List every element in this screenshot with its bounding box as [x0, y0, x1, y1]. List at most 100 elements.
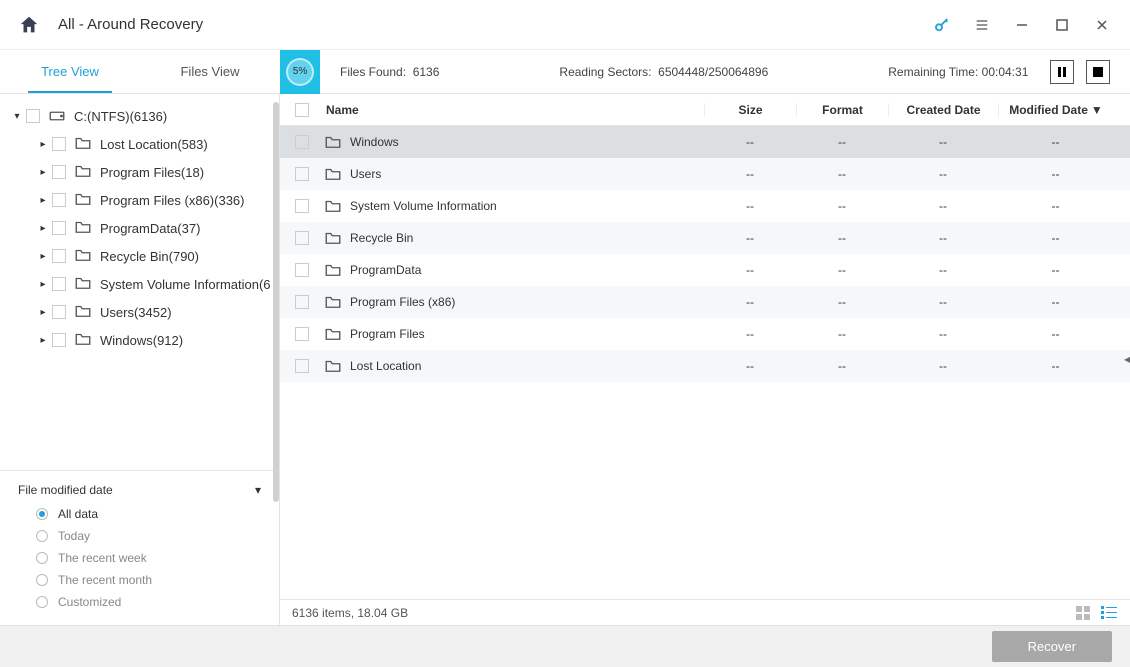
chevron-right-icon[interactable]: ▸ — [36, 305, 50, 319]
collapse-handle[interactable]: ◀ — [1124, 344, 1130, 374]
row-checkbox[interactable] — [295, 231, 309, 245]
chevron-right-icon[interactable]: ▸ — [36, 249, 50, 263]
radio-icon — [36, 596, 48, 608]
tree-root[interactable]: ▾ C:(NTFS)(6136) — [0, 102, 279, 130]
table-row[interactable]: Windows-------- — [280, 126, 1130, 158]
row-checkbox[interactable] — [295, 167, 309, 181]
tree-label: Recycle Bin(790) — [100, 249, 199, 264]
file-list: Name Size Format Created Date Modified D… — [280, 94, 1130, 625]
close-button[interactable] — [1092, 15, 1112, 35]
tree-item[interactable]: ▸ Windows(912) — [0, 326, 279, 354]
row-checkbox[interactable] — [295, 135, 309, 149]
tree-checkbox[interactable] — [52, 193, 66, 207]
tree-label: Program Files (x86)(336) — [100, 193, 245, 208]
chevron-down-icon: ▾ — [255, 483, 261, 497]
column-name[interactable]: Name — [324, 103, 704, 117]
table-row[interactable]: ProgramData-------- — [280, 254, 1130, 286]
select-all-checkbox[interactable] — [295, 103, 309, 117]
folder-icon — [324, 294, 342, 310]
tree-label: Windows(912) — [100, 333, 183, 348]
folder-icon — [324, 230, 342, 246]
folder-tree: ▾ C:(NTFS)(6136) ▸Lost Location(583)▸Pro… — [0, 94, 279, 470]
remaining-time: Remaining Time: 00:04:31 — [888, 65, 1028, 79]
radio-icon — [36, 574, 48, 586]
drive-icon — [48, 107, 66, 125]
row-checkbox[interactable] — [295, 359, 309, 373]
folder-icon — [74, 275, 92, 293]
column-created[interactable]: Created Date — [888, 103, 998, 117]
column-modified[interactable]: Modified Date ▼ — [998, 103, 1113, 117]
column-format[interactable]: Format — [796, 103, 888, 117]
tree-item[interactable]: ▸ Program Files (x86)(336) — [0, 186, 279, 214]
folder-icon — [74, 247, 92, 265]
tree-item[interactable]: ▸ ProgramData(37) — [0, 214, 279, 242]
tree-checkbox[interactable] — [52, 137, 66, 151]
radio-icon — [36, 530, 48, 542]
tree-item[interactable]: ▸Program Files(18) — [0, 158, 279, 186]
tab-tree-view[interactable]: Tree View — [0, 50, 140, 93]
titlebar: All - Around Recovery — [0, 0, 1130, 50]
status-bar: 6136 items, 18.04 GB — [280, 599, 1130, 625]
column-size[interactable]: Size — [704, 103, 796, 117]
filter-dropdown[interactable]: File modified date ▾ — [18, 483, 261, 497]
row-checkbox[interactable] — [295, 199, 309, 213]
chevron-right-icon[interactable]: ▸ — [36, 221, 50, 235]
scan-progress: 5% — [280, 50, 320, 94]
chevron-right-icon[interactable]: ▸ — [36, 193, 50, 207]
tree-checkbox[interactable] — [52, 165, 66, 179]
table-row[interactable]: System Volume Information-------- — [280, 190, 1130, 222]
folder-icon — [74, 163, 92, 181]
chevron-right-icon[interactable]: ▸ — [36, 333, 50, 347]
filter-option[interactable]: All data — [36, 507, 261, 521]
tree-checkbox[interactable] — [26, 109, 40, 123]
row-checkbox[interactable] — [295, 295, 309, 309]
table-row[interactable]: Program Files (x86)-------- — [280, 286, 1130, 318]
filter-option[interactable]: The recent month — [36, 573, 261, 587]
tree-checkbox[interactable] — [52, 305, 66, 319]
chevron-right-icon[interactable]: ▸ — [36, 277, 50, 291]
grid-view-button[interactable] — [1074, 604, 1092, 622]
recover-button[interactable]: Recover — [992, 631, 1112, 662]
table-row[interactable]: Program Files-------- — [280, 318, 1130, 350]
tree-checkbox[interactable] — [52, 277, 66, 291]
home-icon[interactable] — [18, 14, 40, 36]
list-view-button[interactable] — [1100, 604, 1118, 622]
folder-icon — [74, 135, 92, 153]
chevron-right-icon[interactable]: ▸ — [36, 137, 50, 151]
stop-scan-button[interactable] — [1086, 60, 1110, 84]
folder-icon — [74, 331, 92, 349]
table-row[interactable]: Lost Location-------- — [280, 350, 1130, 382]
row-checkbox[interactable] — [295, 327, 309, 341]
radio-icon — [36, 552, 48, 564]
minimize-button[interactable] — [1012, 15, 1032, 35]
tree-checkbox[interactable] — [52, 333, 66, 347]
tree-item[interactable]: ▸Lost Location(583) — [0, 130, 279, 158]
folder-icon — [324, 166, 342, 182]
tree-item[interactable]: ▸ Recycle Bin(790) — [0, 242, 279, 270]
tree-checkbox[interactable] — [52, 221, 66, 235]
status-text: 6136 items, 18.04 GB — [292, 606, 408, 620]
maximize-button[interactable] — [1052, 15, 1072, 35]
filter-option[interactable]: The recent week — [36, 551, 261, 565]
row-checkbox[interactable] — [295, 263, 309, 277]
app-title: All - Around Recovery — [58, 16, 932, 33]
folder-icon — [74, 219, 92, 237]
tree-item[interactable]: ▸ System Volume Information(6 — [0, 270, 279, 298]
tree-item[interactable]: ▸Users(3452) — [0, 298, 279, 326]
filter-option[interactable]: Customized — [36, 595, 261, 609]
tree-label: ProgramData(37) — [100, 221, 200, 236]
footer: Recover — [0, 625, 1130, 667]
folder-icon — [324, 134, 342, 150]
tab-files-view[interactable]: Files View — [140, 50, 280, 93]
table-row[interactable]: Users-------- — [280, 158, 1130, 190]
filter-option[interactable]: Today — [36, 529, 261, 543]
key-icon[interactable] — [932, 15, 952, 35]
chevron-right-icon[interactable]: ▸ — [36, 165, 50, 179]
table-row[interactable]: Recycle Bin-------- — [280, 222, 1130, 254]
chevron-down-icon[interactable]: ▾ — [10, 109, 24, 123]
tree-label: System Volume Information(6 — [100, 277, 271, 292]
menu-icon[interactable] — [972, 15, 992, 35]
tree-checkbox[interactable] — [52, 249, 66, 263]
pause-scan-button[interactable] — [1050, 60, 1074, 84]
tree-scrollbar[interactable] — [273, 102, 279, 502]
